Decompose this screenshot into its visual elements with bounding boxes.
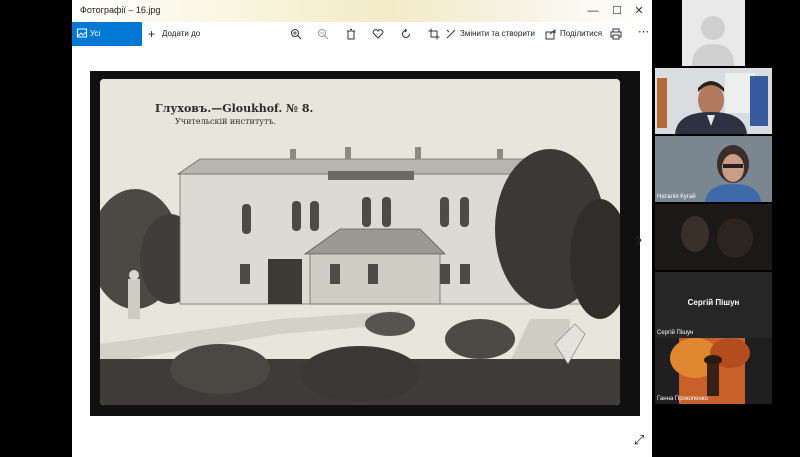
participant-name: Наталія Кугай xyxy=(657,194,696,200)
participant-video xyxy=(655,136,772,202)
participant-video xyxy=(655,204,772,270)
zoom-out-icon[interactable] xyxy=(317,28,329,40)
edit-create-button[interactable]: Змінити та створити ⌄ xyxy=(445,22,537,46)
photo-image: Глуховъ.—Gloukhof. № 8. Учительскій инст… xyxy=(90,71,640,416)
next-photo-arrow[interactable]: › xyxy=(635,226,642,252)
heart-icon[interactable] xyxy=(372,28,384,40)
share-label: Поділитися xyxy=(560,29,603,38)
photo-viewer: Глуховъ.—Gloukhof. № 8. Учительскій инст… xyxy=(72,46,652,457)
share-button[interactable]: Поділитися xyxy=(545,22,603,46)
chevron-down-icon: ⌄ xyxy=(529,30,535,37)
participant-tile-natalia[interactable]: Наталія Кугай xyxy=(655,136,772,202)
minimize-button[interactable]: — xyxy=(582,3,604,19)
edit-create-label: Змінити та створити xyxy=(460,29,535,38)
participant-tile-dark[interactable] xyxy=(655,204,772,270)
magic-wand-icon xyxy=(446,29,456,39)
share-icon xyxy=(545,28,556,40)
participant-tile-avatar[interactable] xyxy=(682,0,745,66)
all-photos-button[interactable]: Усі фотографії xyxy=(72,22,142,62)
postcard-caption-title: Глуховъ.—Gloukhof. № 8. xyxy=(155,102,314,115)
rotate-icon[interactable] xyxy=(400,28,412,40)
add-to-button[interactable]: + Додати до xyxy=(148,22,208,46)
fullscreen-icon[interactable]: ⤢ xyxy=(634,432,644,448)
participant-tile-hanna[interactable]: Ганна Прокопенко xyxy=(655,338,772,404)
zoom-in-icon[interactable] xyxy=(290,28,302,40)
participant-tile-serhii[interactable]: Сергій Пішун Сергій Пішун xyxy=(655,272,772,338)
participant-name: Ганна Прокопенко xyxy=(657,396,708,402)
print-icon[interactable] xyxy=(610,28,622,40)
toolbar: Усі фотографії + Додати до xyxy=(72,22,652,62)
photos-app-window: Фотографії – 16.jpg — ☐ ✕ Усі фотографії… xyxy=(72,0,652,457)
close-button[interactable]: ✕ xyxy=(628,3,650,19)
participant-tile-man[interactable] xyxy=(655,68,772,134)
maximize-button[interactable]: ☐ xyxy=(606,3,628,19)
postcard-image: Глуховъ.—Gloukhof. № 8. Учительскій инст… xyxy=(100,79,620,405)
participant-video xyxy=(655,68,772,134)
default-avatar-icon xyxy=(692,16,734,66)
participant-name-center: Сергій Пішун xyxy=(687,298,740,307)
participant-photo xyxy=(655,338,772,404)
title-bar: Фотографії – 16.jpg — ☐ ✕ xyxy=(72,0,652,22)
more-options-icon[interactable]: ⋯ xyxy=(638,22,649,46)
photos-icon xyxy=(77,28,87,38)
participant-name: Сергій Пішун xyxy=(657,330,694,336)
plus-icon: + xyxy=(148,27,156,41)
window-title: Фотографії – 16.jpg xyxy=(80,5,161,15)
crop-icon[interactable] xyxy=(428,28,440,40)
add-to-label: Додати до xyxy=(162,29,201,38)
delete-icon[interactable] xyxy=(345,28,357,40)
building-illustration xyxy=(100,79,620,405)
postcard-caption-subtitle: Учительскій институтъ. xyxy=(175,117,277,126)
